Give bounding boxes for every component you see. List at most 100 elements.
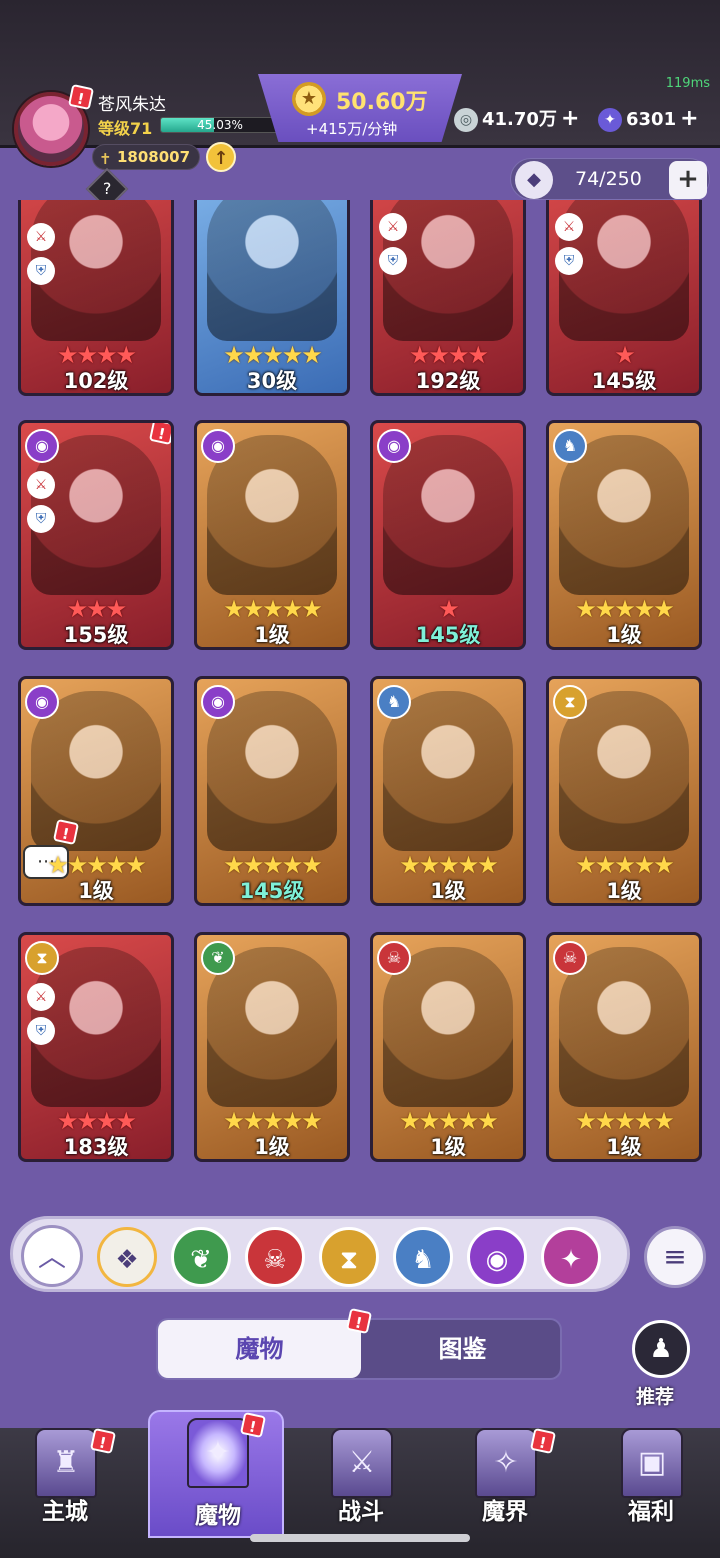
defense-role-icon: ⛨	[27, 257, 55, 285]
eye-element-icon: ◉	[201, 685, 235, 719]
defense-role-icon: ⛨	[27, 505, 55, 533]
recommend-team-icon[interactable]: ♟	[632, 1320, 690, 1378]
castle-icon: ♜	[35, 1428, 97, 1498]
monster-level: 1级	[430, 879, 466, 903]
silver-amount: 41.70万	[482, 109, 557, 130]
defense-role-icon: ⛨	[379, 247, 407, 275]
eye-element-icon: ◉	[377, 429, 411, 463]
monster-card[interactable]: ❦ ★★★★★ 1级	[194, 932, 350, 1162]
monster-card[interactable]: ☠ ★★★★★ 1级	[370, 932, 526, 1162]
demon-element-icon: ☠	[553, 941, 587, 975]
gem-currency[interactable]: ✦ 6301 +	[598, 104, 699, 134]
gold-panel[interactable]: ★ 50.60万 +415万/分钟	[258, 74, 462, 142]
monster-level: 1级	[78, 879, 114, 903]
nature-element-icon: ❦	[201, 941, 235, 975]
silver-add-icon[interactable]: +	[561, 106, 579, 131]
combat-power: ✝ 1808007	[92, 144, 200, 170]
nav-label: 魔物	[195, 1503, 241, 1529]
monster-level: 183级	[63, 1135, 129, 1159]
monster-card[interactable]: ♞ ★★★★★ 1级	[370, 676, 526, 906]
view-tabs: 魔物 图鉴 !	[156, 1307, 564, 1380]
monster-card[interactable]: ⚔ ⛨ ★ 145级	[546, 200, 702, 396]
monster-card[interactable]: ♞ ★★★★★ 1级	[546, 420, 702, 650]
xp-progress-bar: 45.03%	[160, 117, 280, 133]
nav-alert-badge: !	[239, 1411, 267, 1439]
tab-alert-badge: !	[345, 1307, 373, 1335]
monster-card[interactable]: ⧗ ★★★★★ 1级	[546, 676, 702, 906]
monster-level: 1级	[606, 879, 642, 903]
monster-level: 1级	[430, 1135, 466, 1159]
monster-level: 1级	[606, 623, 642, 647]
combat-power-value: 1808007	[117, 148, 191, 166]
attack-role-icon: ⚔	[379, 213, 407, 241]
monster-card[interactable]: ★★★★★ 30级	[194, 200, 350, 396]
monster-card[interactable]: ◉ ⋯ ! ★★★★★ 1级	[18, 676, 174, 906]
monster-level: 1级	[254, 1135, 290, 1159]
monster-card[interactable]: ◉ ★★★★★ 145级	[194, 676, 350, 906]
all-elements-icon[interactable]: ❖	[97, 1227, 157, 1287]
gem-icon: ✦	[598, 108, 622, 132]
attack-role-icon: ⚔	[27, 983, 55, 1011]
monster-level: 1级	[606, 1135, 642, 1159]
wolf-element-icon: ♞	[553, 429, 587, 463]
eye-element-icon[interactable]: ◉	[467, 1227, 527, 1287]
nav-welfare[interactable]: ▣ 福利	[586, 1428, 716, 1538]
nav-label: 福利	[628, 1499, 674, 1525]
treasure-chest-icon: ▣	[621, 1428, 683, 1498]
demon-element-icon[interactable]: ☠	[245, 1227, 305, 1287]
silver-coin-icon: ◎	[454, 108, 478, 132]
nav-battle[interactable]: ⚔ 战斗	[296, 1428, 426, 1538]
attack-role-icon: ⚔	[27, 471, 55, 499]
player-level: 等级71	[98, 119, 153, 138]
avatar-alert-badge: !	[67, 83, 95, 111]
wolf-element-icon[interactable]: ♞	[393, 1227, 453, 1287]
gem-add-icon[interactable]: +	[680, 106, 698, 131]
monster-card[interactable]: ◉ ⚔ ⛨ ! ★★★ 155级	[18, 420, 174, 650]
gold-rate: +415万/分钟	[306, 120, 398, 138]
recommend-label[interactable]: 推荐	[636, 1382, 674, 1409]
card-alert-badge: !	[148, 423, 171, 446]
monster-count-icon: ◆	[515, 161, 553, 199]
gold-coin-icon: ★	[292, 82, 326, 116]
monster-level: 155级	[63, 623, 129, 647]
tab-monsters[interactable]: 魔物	[158, 1320, 361, 1378]
nav-label: 魔界	[482, 1499, 528, 1525]
nav-label: 主城	[42, 1499, 88, 1525]
monster-capacity: ◆ 74/250 +	[510, 158, 710, 200]
attack-role-icon: ⚔	[555, 213, 583, 241]
capacity-text: 74/250	[575, 168, 642, 190]
sort-icon[interactable]: ≡	[644, 1226, 706, 1288]
monster-card[interactable]: ⧗ ⚔ ⛨ ★★★★ 183级	[18, 932, 174, 1162]
defense-role-icon: ⛨	[555, 247, 583, 275]
nav-demon-realm[interactable]: ✧ ! 魔界	[440, 1427, 570, 1538]
monster-level: 145级	[415, 623, 481, 647]
nav-alert-badge: !	[89, 1427, 117, 1455]
monster-level: 192级	[415, 369, 481, 393]
gem-amount: 6301	[626, 109, 677, 130]
monster-card[interactable]: ◉ ★★★★★ 1级	[194, 420, 350, 650]
wolf-element-icon: ♞	[377, 685, 411, 719]
monster-card[interactable]: ☠ ★★★★★ 1级	[546, 932, 702, 1162]
eye-element-icon: ◉	[25, 429, 59, 463]
nav-alert-badge: !	[529, 1427, 557, 1455]
purple-flame-icon: ✦	[187, 1418, 249, 1488]
upgrade-arrow-icon[interactable]: ↑	[206, 142, 236, 172]
collapse-chevron-icon[interactable]: ︿	[21, 1225, 83, 1287]
nav-monsters[interactable]: ✦ ! 魔物	[148, 1410, 284, 1538]
hourglass-element-icon: ⧗	[25, 941, 59, 975]
eye-element-icon: ◉	[201, 429, 235, 463]
monster-card[interactable]: ◉ ★ 145级	[370, 420, 526, 650]
silver-currency[interactable]: ◎ 41.70万 +	[454, 104, 579, 134]
hourglass-element-icon[interactable]: ⧗	[319, 1227, 379, 1287]
sword-shield-icon: ⚔	[331, 1428, 393, 1498]
arcane-element-icon[interactable]: ✦	[541, 1227, 601, 1287]
nav-main-city[interactable]: ♜ ! 主城	[0, 1427, 130, 1538]
monster-card[interactable]: ⚔ ⛨ ★★★★ 102级	[18, 200, 174, 396]
xp-percent-text: 45.03%	[197, 118, 243, 132]
monster-card[interactable]: ⚔ ⛨ ★★★★ 192级	[370, 200, 526, 396]
tab-codex[interactable]: 图鉴	[361, 1320, 564, 1378]
nature-element-icon[interactable]: ❦	[171, 1227, 231, 1287]
home-indicator[interactable]	[250, 1534, 470, 1542]
monster-grid: ⚔ ⛨ ★★★★ 102级 ★★★★★ 30级 ⚔ ⛨ ★★★★ 192级 ⚔ …	[18, 200, 708, 1180]
expand-capacity-button[interactable]: +	[669, 161, 707, 199]
